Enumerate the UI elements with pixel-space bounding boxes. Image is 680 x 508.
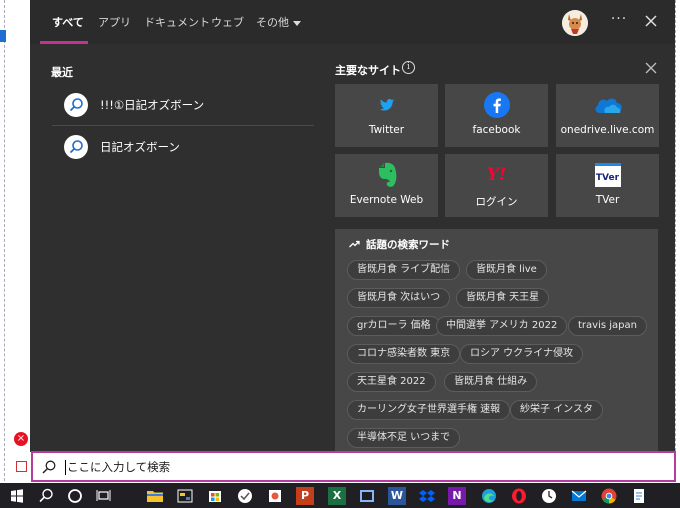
search-input[interactable]: ここに入力して検索 bbox=[67, 459, 170, 475]
app-icon[interactable] bbox=[236, 487, 254, 505]
chrome-icon[interactable] bbox=[600, 487, 618, 505]
search-icon bbox=[64, 135, 88, 159]
recent-item-label: 日記オズボーン bbox=[100, 140, 180, 154]
top-sites-title: 主要なサイト bbox=[335, 64, 401, 77]
yahoo-icon: Y! bbox=[445, 162, 548, 188]
onedrive-icon bbox=[556, 92, 659, 118]
evernote-icon bbox=[335, 162, 438, 188]
trending-chip[interactable]: 皆既月食 仕組み bbox=[444, 372, 538, 392]
recent-item[interactable]: !!!①日記オズボーン bbox=[52, 85, 314, 125]
trending-chip[interactable]: 皆既月食 次はいつ bbox=[347, 288, 451, 308]
windows-start-icon[interactable] bbox=[8, 487, 26, 505]
info-icon[interactable]: i bbox=[402, 61, 415, 74]
taskbar: P X W N bbox=[0, 483, 680, 508]
top-site-onedrive[interactable]: onedrive.live.com bbox=[556, 84, 659, 147]
edge-icon[interactable] bbox=[480, 487, 498, 505]
recent-title: 最近 bbox=[51, 66, 73, 79]
trending-title-text: 話題の検索ワード bbox=[366, 239, 450, 251]
close-icon bbox=[645, 62, 657, 74]
mail-icon[interactable] bbox=[570, 487, 588, 505]
facebook-icon bbox=[445, 92, 548, 118]
close-button[interactable] bbox=[640, 10, 662, 32]
tab-all[interactable]: すべて bbox=[52, 14, 84, 42]
tab-more[interactable]: その他 bbox=[256, 14, 301, 42]
dropbox-icon[interactable] bbox=[418, 487, 436, 505]
trending-searches: 話題の検索ワード 皆既月食 ライブ配信 皆既月食 live 皆既月食 次はいつ … bbox=[335, 229, 658, 452]
file-explorer-icon[interactable] bbox=[146, 487, 164, 505]
trending-chip[interactable]: 皆既月食 天王星 bbox=[456, 288, 550, 308]
app-icon[interactable] bbox=[358, 487, 376, 505]
top-site-label: TVer bbox=[595, 194, 620, 206]
recent-item[interactable]: 日記オズボーン bbox=[52, 127, 314, 167]
search-icon bbox=[42, 460, 56, 474]
trending-chip[interactable]: 中間選挙 アメリカ 2022 bbox=[436, 316, 568, 336]
divider bbox=[52, 125, 314, 126]
onenote-icon[interactable]: N bbox=[448, 487, 466, 505]
app-icon[interactable] bbox=[176, 487, 194, 505]
trending-chip[interactable]: 皆既月食 ライブ配信 bbox=[347, 260, 461, 280]
trending-chip[interactable]: ロシア ウクライナ侵攻 bbox=[460, 344, 583, 364]
save-icon bbox=[16, 461, 27, 472]
trending-chip[interactable]: travis japan bbox=[568, 316, 647, 336]
chevron-down-icon bbox=[293, 20, 301, 26]
opera-icon[interactable] bbox=[510, 487, 528, 505]
word-icon[interactable]: W bbox=[388, 487, 406, 505]
store-icon[interactable] bbox=[206, 487, 224, 505]
background-border-left bbox=[2, 0, 5, 486]
yahoo-logo-text: Y! bbox=[486, 165, 507, 185]
trending-chip[interactable]: grカローラ 価格 bbox=[347, 316, 441, 336]
dismiss-top-sites-button[interactable] bbox=[644, 61, 658, 75]
tab-documents[interactable]: ドキュメント bbox=[144, 14, 210, 42]
twitter-icon bbox=[335, 92, 438, 118]
top-site-label: ログイン bbox=[475, 196, 518, 208]
background-marker bbox=[0, 30, 6, 42]
notepad-icon[interactable] bbox=[630, 487, 648, 505]
taskbar-search-box[interactable]: ここに入力して検索 bbox=[31, 451, 676, 482]
trending-chip[interactable]: コロナ感染者数 東京 bbox=[347, 344, 461, 364]
text-cursor bbox=[65, 460, 66, 475]
excel-icon[interactable]: X bbox=[328, 487, 346, 505]
recent-item-label: !!!①日記オズボーン bbox=[100, 98, 205, 112]
top-site-label: Evernote Web bbox=[349, 194, 424, 206]
top-site-label: facebook bbox=[472, 124, 521, 136]
error-icon: × bbox=[14, 432, 28, 446]
trending-chip[interactable]: カーリング女子世界選手権 速報 bbox=[347, 400, 511, 420]
search-flyout: すべて アプリ ドキュメント ウェブ その他 ··· 最近 !!!①日記オズボー… bbox=[30, 0, 675, 452]
avatar[interactable] bbox=[562, 10, 588, 36]
top-site-label: onedrive.live.com bbox=[560, 124, 655, 136]
top-site-tver[interactable]: TVer TVer bbox=[556, 154, 659, 217]
task-view-icon[interactable] bbox=[95, 487, 113, 505]
tab-web[interactable]: ウェブ bbox=[211, 14, 244, 42]
cortana-icon[interactable] bbox=[66, 487, 84, 505]
trending-chip[interactable]: 紗栄子 インスタ bbox=[510, 400, 603, 420]
top-site-facebook[interactable]: facebook bbox=[445, 84, 548, 147]
top-site-label: Twitter bbox=[368, 124, 405, 136]
background-border-right bbox=[675, 0, 678, 486]
trending-chip[interactable]: 半導体不足 いつまで bbox=[347, 428, 461, 448]
trending-chip[interactable]: 天王星食 2022 bbox=[347, 372, 436, 392]
clock-app-icon[interactable] bbox=[540, 487, 558, 505]
tab-more-label: その他 bbox=[256, 16, 289, 29]
more-options-button[interactable]: ··· bbox=[608, 10, 630, 32]
powerpoint-icon[interactable]: P bbox=[296, 487, 314, 505]
top-site-evernote[interactable]: Evernote Web bbox=[335, 154, 438, 217]
tab-apps[interactable]: アプリ bbox=[98, 14, 131, 42]
top-site-yahoo-login[interactable]: Y! ログイン bbox=[445, 154, 548, 217]
close-icon bbox=[645, 15, 657, 27]
trending-chip[interactable]: 皆既月食 live bbox=[466, 260, 547, 280]
search-icon[interactable] bbox=[37, 487, 55, 505]
trending-title: 話題の検索ワード bbox=[349, 237, 450, 252]
app-icon[interactable] bbox=[266, 487, 284, 505]
search-icon bbox=[64, 93, 88, 117]
tver-logo-text: TVer bbox=[594, 163, 621, 187]
trending-arrow-icon bbox=[349, 240, 360, 248]
search-scope-tabs: すべて アプリ ドキュメント ウェブ その他 ··· bbox=[30, 0, 675, 44]
top-site-twitter[interactable]: Twitter bbox=[335, 84, 438, 147]
tver-icon: TVer bbox=[556, 162, 659, 188]
